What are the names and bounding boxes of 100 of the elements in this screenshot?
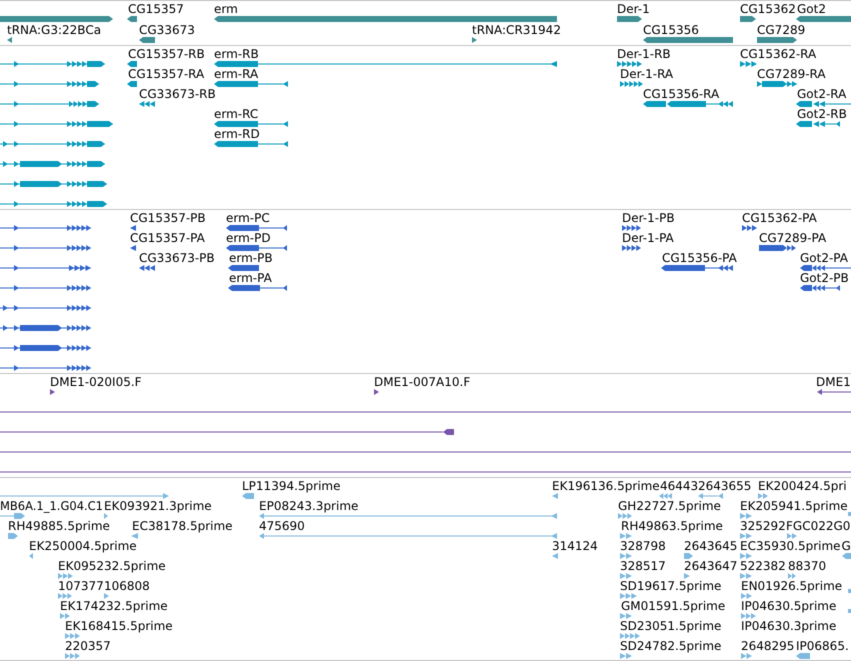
transcript-feature[interactable] <box>0 81 99 87</box>
protein-feature[interactable] <box>0 305 91 311</box>
est-feature[interactable] <box>620 573 632 579</box>
transcript-feature[interactable] <box>796 121 840 127</box>
transcript-feature[interactable] <box>617 61 642 67</box>
transcript-feature[interactable] <box>214 61 557 67</box>
est-feature[interactable] <box>8 533 18 539</box>
est-feature[interactable] <box>842 553 851 559</box>
transcript-feature[interactable] <box>214 121 288 127</box>
transcript-feature[interactable] <box>214 141 288 147</box>
transcript-feature[interactable] <box>620 81 643 87</box>
est-feature[interactable] <box>740 573 752 579</box>
protein-feature[interactable] <box>226 245 287 251</box>
est-feature[interactable] <box>0 493 169 499</box>
transcript-feature[interactable] <box>0 61 105 67</box>
est-feature[interactable] <box>65 633 80 639</box>
est-feature[interactable] <box>740 533 752 539</box>
transcript-feature[interactable] <box>796 101 851 107</box>
gene-feature[interactable] <box>139 37 155 43</box>
protein-feature[interactable] <box>0 245 91 251</box>
transcript-feature[interactable] <box>0 141 105 147</box>
transcript-feature[interactable] <box>0 161 105 167</box>
est-feature[interactable] <box>552 553 558 559</box>
est-feature[interactable] <box>741 653 752 659</box>
gene-feature[interactable] <box>643 37 733 43</box>
transcript-feature[interactable] <box>0 201 107 207</box>
transcript-feature[interactable] <box>0 101 99 107</box>
protein-feature[interactable] <box>0 325 91 331</box>
est-feature[interactable] <box>788 573 796 579</box>
gene-feature[interactable] <box>7 37 12 43</box>
est-feature[interactable] <box>684 573 690 579</box>
est-label: GH22727.5prime <box>618 499 721 513</box>
protein-feature[interactable] <box>130 245 136 251</box>
transcript-feature[interactable] <box>740 61 757 67</box>
transcript-feature[interactable] <box>139 101 155 107</box>
transcript-feature[interactable] <box>214 81 288 87</box>
transcript-feature[interactable] <box>127 61 137 67</box>
protein-feature[interactable] <box>622 245 641 251</box>
est-feature[interactable] <box>104 593 109 599</box>
gene-feature[interactable] <box>740 16 756 22</box>
est-feature[interactable] <box>131 533 138 539</box>
read-feature[interactable] <box>0 429 454 435</box>
protein-feature[interactable] <box>759 245 796 251</box>
est-feature[interactable] <box>65 653 80 659</box>
transcript-feature[interactable] <box>757 81 797 87</box>
gene-feature[interactable] <box>472 37 477 43</box>
read-feature[interactable] <box>50 389 55 395</box>
est-feature[interactable] <box>620 553 632 559</box>
gene-feature[interactable] <box>796 16 851 22</box>
protein-feature[interactable] <box>622 225 641 231</box>
est-feature[interactable] <box>620 653 632 659</box>
est-feature[interactable] <box>741 613 756 619</box>
protein-feature[interactable] <box>130 225 136 231</box>
est-feature[interactable] <box>620 593 637 599</box>
est-feature[interactable] <box>620 533 632 539</box>
protein-feature[interactable] <box>800 285 840 291</box>
est-feature[interactable] <box>740 513 752 519</box>
gene-feature[interactable] <box>757 37 797 43</box>
transcript-feature[interactable] <box>0 181 107 187</box>
est-feature[interactable] <box>684 553 693 559</box>
protein-feature[interactable] <box>800 265 851 271</box>
transcript-feature[interactable] <box>0 121 113 127</box>
protein-feature[interactable] <box>226 225 287 231</box>
gene-feature[interactable] <box>127 16 137 22</box>
protein-feature[interactable] <box>139 265 155 271</box>
est-feature[interactable] <box>620 633 640 639</box>
est-feature[interactable] <box>104 513 108 519</box>
est-feature[interactable] <box>29 553 33 559</box>
protein-feature[interactable] <box>0 285 91 291</box>
est-feature[interactable] <box>242 493 254 499</box>
protein-feature[interactable] <box>228 265 259 271</box>
est-feature[interactable] <box>0 513 25 519</box>
est-feature[interactable] <box>787 533 797 539</box>
est-feature[interactable] <box>618 513 632 519</box>
protein-feature[interactable] <box>0 225 91 231</box>
est-feature[interactable] <box>620 613 632 619</box>
est-feature[interactable] <box>58 593 72 599</box>
protein-feature[interactable] <box>661 265 733 271</box>
est-feature[interactable] <box>58 573 73 579</box>
est-feature[interactable] <box>259 513 557 519</box>
protein-feature[interactable] <box>0 345 91 351</box>
transcript-feature[interactable] <box>127 81 137 87</box>
est-feature[interactable] <box>740 553 752 559</box>
est-feature[interactable] <box>796 653 810 659</box>
protein-feature[interactable] <box>0 265 91 271</box>
protein-feature[interactable] <box>742 225 757 231</box>
est-feature[interactable] <box>758 493 768 499</box>
transcript-feature[interactable] <box>643 101 733 107</box>
protein-feature[interactable] <box>0 365 91 371</box>
read-feature[interactable] <box>817 389 851 395</box>
protein-feature[interactable] <box>228 285 287 291</box>
est-feature[interactable] <box>659 493 672 499</box>
est-feature[interactable] <box>698 493 723 499</box>
est-feature[interactable] <box>552 493 558 499</box>
est-feature[interactable] <box>259 533 557 539</box>
est-feature[interactable] <box>741 593 752 599</box>
est-feature[interactable] <box>60 613 70 619</box>
gene-feature[interactable] <box>617 16 642 22</box>
read-feature[interactable] <box>374 389 379 395</box>
protein-label: erm-PD <box>226 231 271 245</box>
